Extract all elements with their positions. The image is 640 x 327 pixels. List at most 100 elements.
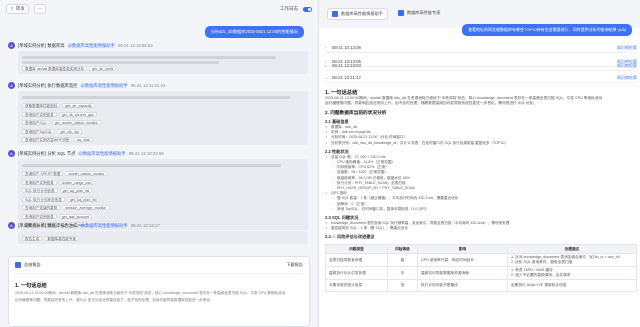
task-header: A [单域实例分析] 分析 SQL 节点 @数据库高性能情报助手 08-21 1… [8,150,308,157]
table-cell: 1. 针对 knowledge_document 表添加组合索引（如 kb_id… [507,253,637,268]
tool-tag[interactable]: SQL 执行计划信息 [22,188,58,193]
tool-tag[interactable]: 查询用户 SPERT 数据 [22,171,64,176]
subsection-heading: 2.4 ⚠ 风险评估与改进建议 [325,234,375,240]
tool-tag[interactable]: session_average_monitor [62,205,110,210]
app-root: ⇪ 转发 ⋯ 工作日志 分析ddc_db数据库2025-0821 12:00的性… [0,0,640,327]
summary-line: 2025-08-21 12:00:00期间，devtail 数据库 ddc_db… [15,291,286,296]
table-cell: 定期执行 ANALYZE 更新统计信息 [507,279,637,293]
timeline-row[interactable]: › 08-21 12:23:03 知识库检索 [325,61,637,71]
user-message: 分析ddc_db数据库2025-0821 12:00的性能情况 [204,26,304,38]
tool-tags: 数据库 devtail 数据库高性能实例分析 get_db_meta [22,66,304,71]
timeline-row[interactable]: ⌄ 08-21 10:21:17 知识库检索 [325,73,637,83]
task-header: A [单域数据分析] 数据库报告生成 @数据库高性能情报助手 08-21 12:… [8,222,308,229]
list-item: 高性能风险 SQL：1 条（慢 SQL），需重点优化 [325,226,637,231]
task-card: 报告生成 数据库高性能专家 [18,231,308,244]
tool-tags: 查询用户 SPERT 数据 cluster_status_monitor 查询用户… [22,169,304,227]
chevron-right-icon: › [325,63,327,68]
tool-tag[interactable]: 查询用户实例信息 [22,111,57,117]
tab-label: 数据库高性能专家 [406,10,441,15]
knowledge-search-link[interactable]: 知识库检索 [617,63,637,69]
knowledge-search-link[interactable]: 知识库检索 [617,45,637,51]
task-title: [单域数据分析] 数据库报告生成 [18,222,78,228]
tool-tag[interactable]: get_cluster_status_monitor [51,120,101,125]
tab-intel-assistant[interactable]: 数据库高性能情报助手 [327,8,388,20]
table-cell: 高频执行SQL引发负载 [325,266,388,281]
timeline-time: 08-21 10:13:06 [332,45,361,50]
tool-tag[interactable]: cluster_status_monitor [65,171,108,176]
task-card: 数据库 devtail 数据库高性能实例分析 get_db_meta [18,51,308,74]
tool-tag[interactable]: 数据库高性能专家 [44,236,80,241]
share-button[interactable]: ⇪ 转发 [6,4,29,14]
tool-tag[interactable]: 报告生成 [22,236,43,241]
tool-tags: 获取数据库性能指标 get_db_capacity 查询用户实例信息 get_db_… [22,101,304,142]
tool-tag[interactable]: get_top_sql [57,128,82,134]
table-cell: 低 [387,279,418,293]
knowledge-search-link[interactable]: 知识库检索 [617,75,637,81]
agent-link[interactable]: @数据库高性能情报助手 [80,223,127,229]
task-message: A [单域实例分析] 分析 SQL 节点 @数据库高性能情报助手 08-21 1… [8,150,308,230]
list-item: 分析表分别：ddc_doc_db_knowledge_dt，共计 6 张表，在定… [325,141,637,146]
text-placeholder [22,61,220,64]
paragraph: 运行缓慢等问题，导致响应延迟有所上升。如不及时处理，随着数据量增加可能导致系统性… [325,101,538,105]
table-cell: CPU 使用率升高，响应时间延长 [417,253,508,268]
risk-table: 问题类型 风险等级 影响 处理建议 全表扫描导致查询慢 高 CPU 使用率升高，… [325,244,637,293]
task-card: 获取数据库性能指标 get_db_capacity 查询用户实例信息 get_db_… [18,91,308,145]
tool-tag[interactable]: 数据库 devtail 数据库高性能实例分析 [22,66,88,71]
tool-tag[interactable]: get_db_capacity [62,103,95,108]
tool-tag[interactable]: get_sql_plan_list [66,196,100,202]
tool-tag[interactable]: get_db_meta [89,66,117,71]
task-time: 08-21 12:11:01.53 [130,83,166,88]
agent-link[interactable]: @数据库高性能情报助手 [68,43,115,49]
task-card: 查询用户 SPERT 数据 cluster_status_monitor 查询用户… [18,159,308,230]
tool-tag[interactable]: get_sql_plan_list [59,188,93,193]
tool-tag[interactable]: 获取数据库性能指标 [22,103,61,108]
report-card[interactable]: 总结报告 下载报告 1. 一句话总结 2025-08-21 12:00:00期间… [8,256,310,327]
tool-tag[interactable]: 查询用户连接的重排 [22,205,61,210]
tool-tag[interactable]: 查询用户SQL [22,120,50,125]
table-cell: 长期未维护统计信息 [325,279,388,293]
table-cell: 全表扫描导致查询慢 [325,253,388,268]
agent-avatar: A [8,82,15,89]
tab-expert[interactable]: 数据库高性能专家 [394,8,445,18]
right-user-message: 查看地址的同花顺数据库有哪些TOP10待有些会需要进行，同时提供分析的查询结果 … [462,24,632,36]
timeline-time: 08-21 12:23:03 [332,63,361,68]
download-report-button[interactable]: 下载报告 [286,262,303,268]
task-title: [单域实例分析] 执行数据库监控 [18,82,78,88]
tool-tag[interactable]: get_db_current_qps [58,111,97,117]
task-message: A [单域实例分析] 执行数据库监控 @数据库高性能情报助手 08-21 12:… [8,82,308,145]
timeline-time: 08-21 10:21:17 [332,75,361,80]
tool-tag[interactable]: 查询用户实例信息 [22,213,57,219]
agent-link[interactable]: @数据库高性能情报助手 [78,151,125,157]
more-icon: ⋯ [37,6,43,11]
report-title: 总结报告 [24,262,41,268]
document-icon [15,262,21,268]
tool-tag[interactable]: SQL 执行计划状态信息 [22,196,65,202]
tool-tag[interactable]: 查询用户实例内容WRF诊断 [22,137,73,142]
expert-icon [397,10,404,16]
chevron-right-icon: › [325,45,327,50]
task-header: A [单域实例分析] 执行数据库监控 @数据库高性能情报助手 08-21 12:… [8,82,308,89]
task-time: 08-21 12:12:17 [130,223,160,228]
column-header: 处理建议 [507,244,637,255]
tool-tag[interactable]: ka_load [74,137,93,142]
tool-tag[interactable]: 查询用户TopSQL [22,128,56,134]
table-cell: 1. 考虑 TAPD / WAS 缓存 2. 减少不必要的高频调用，合并请求 [507,266,637,281]
more-button[interactable]: ⋯ [33,4,47,14]
agent-avatar: A [8,222,15,229]
task-header: A [单域实例分析] 数据库高 @数据库高性能情报助手 08-21 12:10:… [8,42,308,49]
table-cell: 执行计划可能不是最优 [417,279,508,293]
summary-heading: 1. 一句话总结 [15,283,47,290]
agent-avatar: A [8,150,15,157]
tool-tag[interactable]: cluster_range_info [58,179,95,185]
share-label: 转发 [15,6,25,11]
timeline-row[interactable]: › 08-21 10:13:06 知识库检索 [325,43,637,53]
agent-link[interactable]: @数据库高性能情报助手 [80,83,127,89]
text-placeholder [22,164,282,167]
table-row: 全表扫描导致查询慢 高 CPU 使用率升高，响应时间延长 1. 针对 knowl… [325,253,637,268]
summary-line: 访问偏慢等问题，导致延迟有所上升。慢SQL 定位与优化的建议如下，若不及时处理，… [15,298,214,303]
workspace-toggle[interactable] [303,6,312,12]
task-time: 08-21 12:10:58.54 [117,43,153,48]
task-title: [单域实例分析] 数据库高 [18,42,65,48]
tool-tag[interactable]: 查询用户实例信息 [22,179,57,185]
tool-tag[interactable]: get_fast_account [58,213,93,219]
